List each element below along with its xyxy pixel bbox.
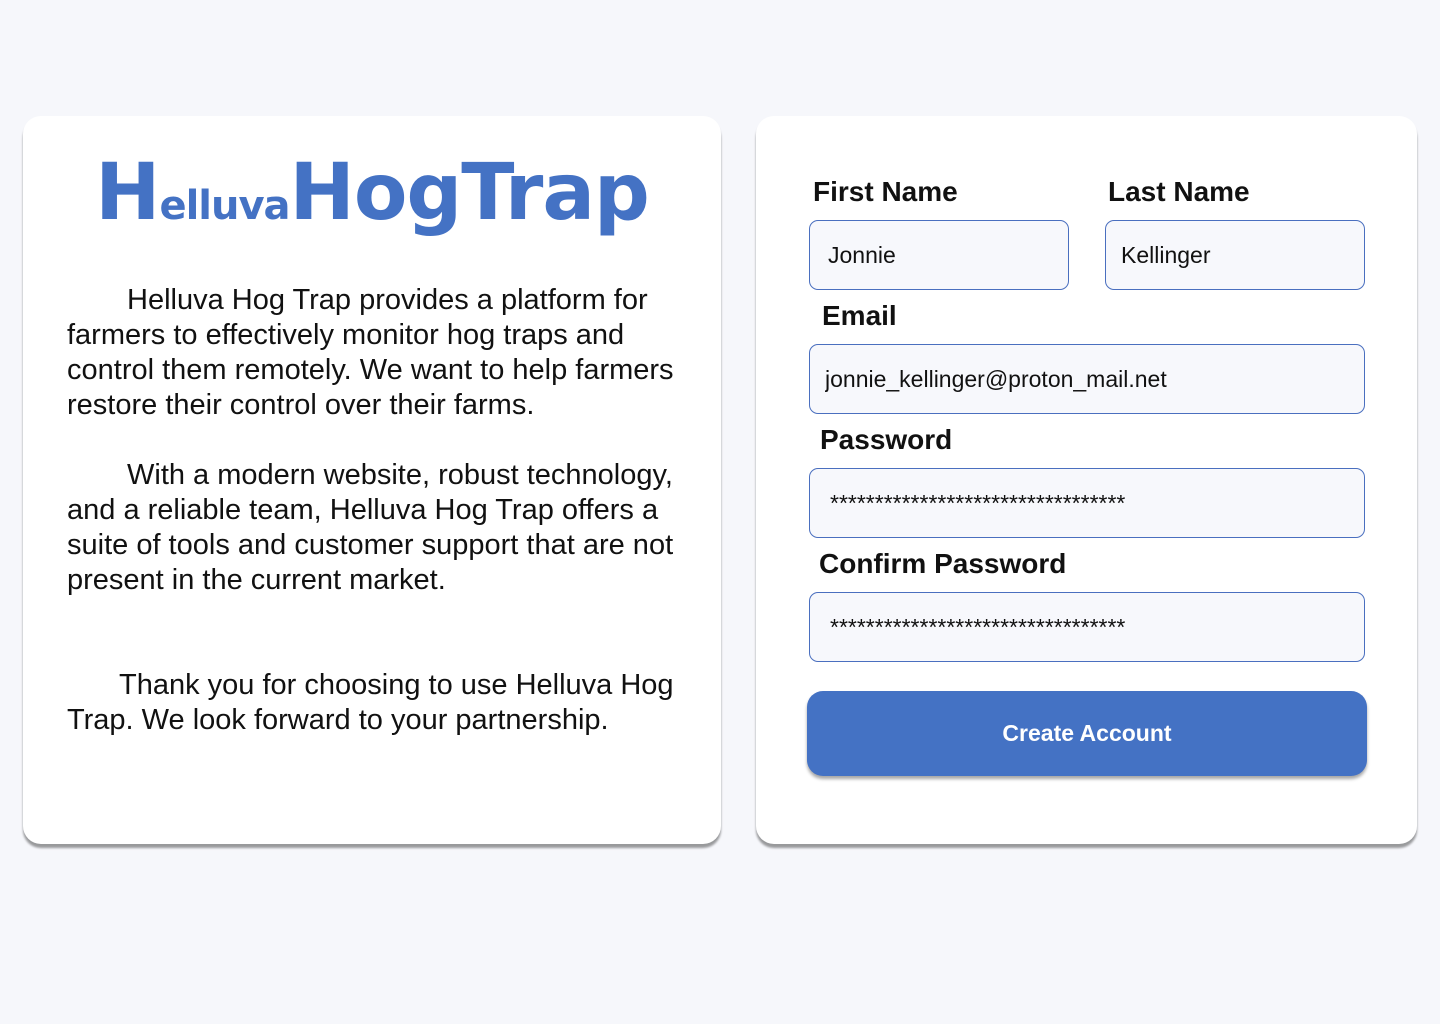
about-card: HelluvaHogTrap Helluva Hog Trap provides…	[23, 116, 721, 844]
email-label: Email	[822, 300, 897, 331]
logo-letter-h1: H	[95, 148, 160, 238]
password-input[interactable]	[809, 468, 1365, 538]
about-paragraph-1: Helluva Hog Trap provides a platform for…	[67, 284, 674, 421]
password-label: Password	[820, 424, 953, 455]
logo-text-rap: rap	[504, 148, 650, 238]
first-name-input[interactable]	[809, 220, 1069, 290]
logo-text-og: og	[353, 148, 462, 238]
confirm-password-input[interactable]	[809, 592, 1365, 662]
logo-letter-h2: H	[289, 148, 355, 238]
create-account-button[interactable]: Create Account	[807, 691, 1367, 776]
about-paragraph-2: With a modern website, robust technology…	[67, 459, 674, 596]
last-name-input[interactable]	[1105, 220, 1365, 290]
last-name-label: Last Name	[1108, 176, 1250, 207]
email-input[interactable]	[809, 344, 1365, 414]
first-name-label: First Name	[813, 176, 958, 207]
logo-letter-t: T	[461, 148, 506, 238]
logo-text-elluva: elluva	[159, 183, 290, 229]
about-paragraph-3: Thank you for choosing to use Helluva Ho…	[67, 669, 674, 736]
signup-form-card: First Name Last Name Email Password Conf…	[756, 116, 1417, 844]
confirm-password-label: Confirm Password	[819, 548, 1067, 579]
brand-logo: HelluvaHogTrap	[23, 154, 721, 232]
